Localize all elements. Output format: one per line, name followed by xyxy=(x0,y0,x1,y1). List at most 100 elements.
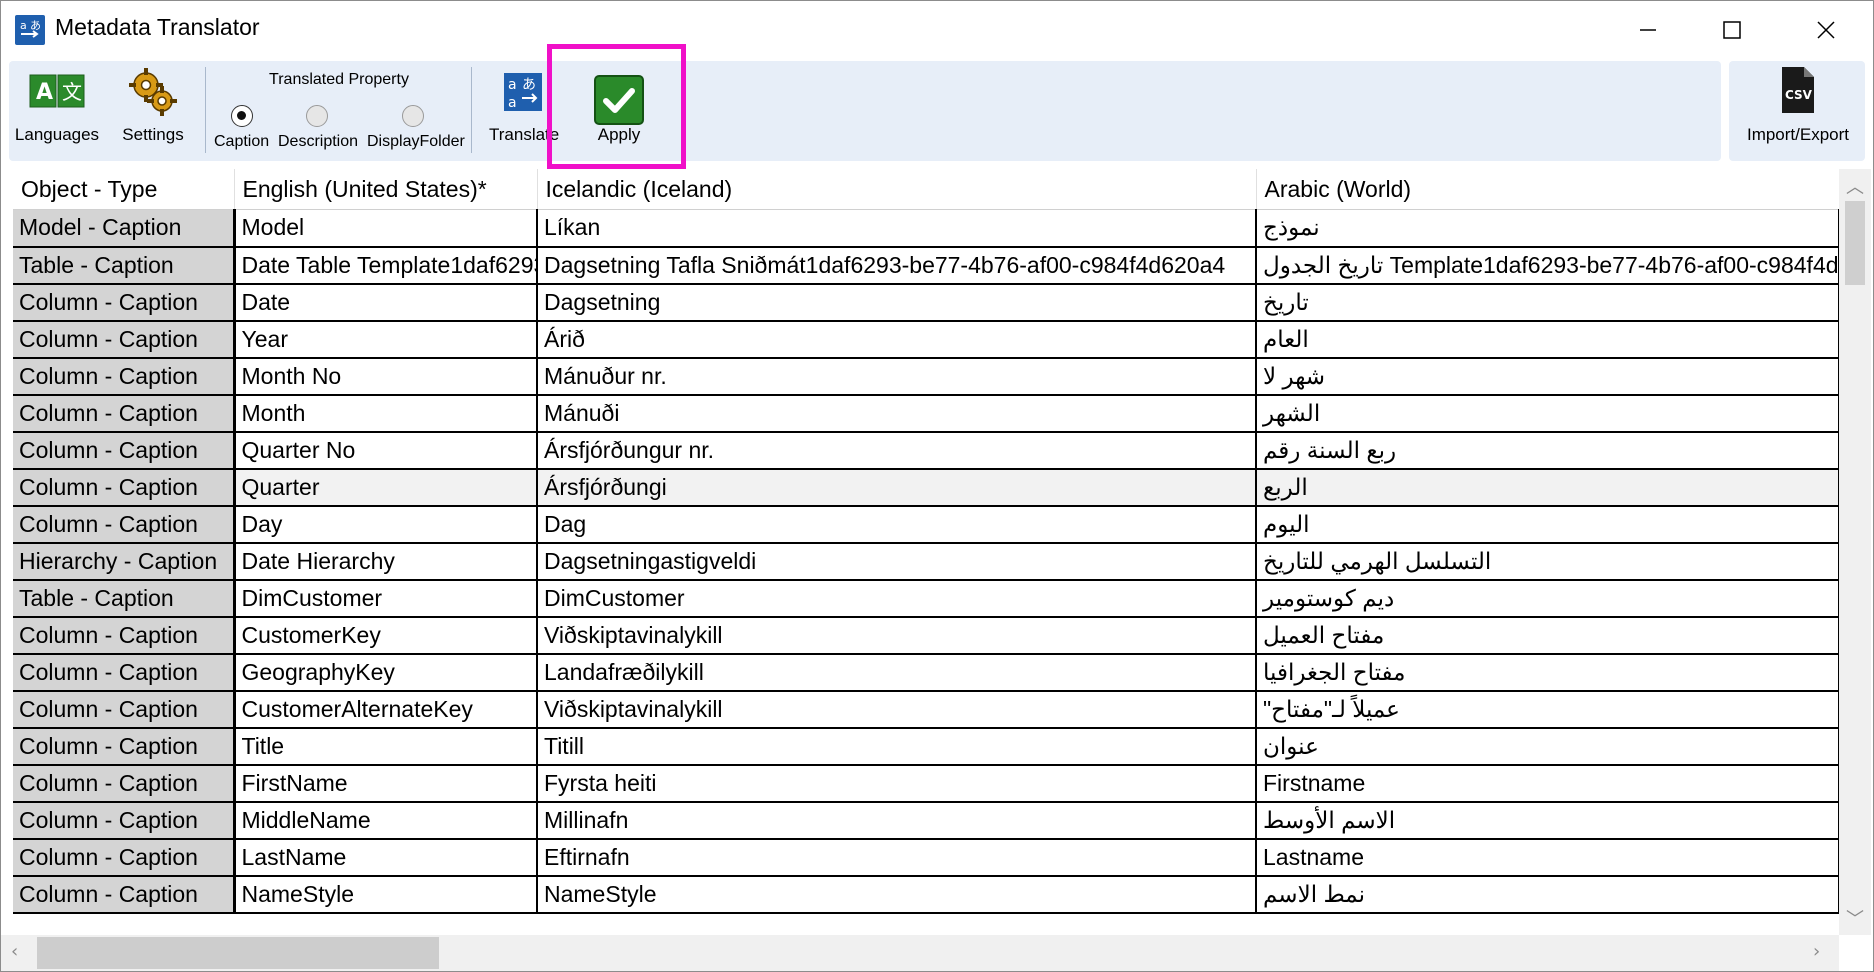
maximize-button[interactable] xyxy=(1697,1,1767,59)
cell-icelandic[interactable]: Ársfjórðungi xyxy=(537,468,1257,507)
cell-english[interactable]: Month No xyxy=(234,357,538,396)
cell-arabic[interactable]: "عميلاً لـ"مفتاح xyxy=(1256,690,1839,729)
cell-english[interactable]: Title xyxy=(234,727,538,766)
translations-grid[interactable]: Object - Type English (United States)* I… xyxy=(13,169,1839,933)
cell-icelandic[interactable]: Dagsetning xyxy=(537,283,1257,322)
close-button[interactable] xyxy=(1791,1,1861,59)
cell-arabic[interactable]: Firstname xyxy=(1256,764,1839,803)
cell-icelandic[interactable]: Viðskiptavinalykill xyxy=(537,690,1257,729)
settings-gear-icon xyxy=(129,68,177,116)
cell-icelandic[interactable]: Ársfjórðungur nr. xyxy=(537,431,1257,470)
cell-arabic[interactable]: نموذج xyxy=(1256,209,1839,248)
minimize-button[interactable] xyxy=(1613,1,1683,59)
cell-arabic[interactable]: التسلسل الهرمي للتاريخ xyxy=(1256,542,1839,581)
horizontal-scrollbar[interactable]: ‹ › xyxy=(1,935,1839,971)
cell-icelandic[interactable]: Dag xyxy=(537,505,1257,544)
table-row[interactable]: Hierarchy - Caption Date Hierarchy Dagsetn… xyxy=(13,542,1839,581)
cell-english[interactable]: Quarter xyxy=(234,468,538,507)
cell-english[interactable]: Date xyxy=(234,283,538,322)
cell-arabic[interactable]: الشهر xyxy=(1256,394,1839,433)
cell-english[interactable]: Model xyxy=(234,209,538,248)
cell-english[interactable]: MiddleName xyxy=(234,801,538,840)
cell-icelandic[interactable]: Landafræðilykill xyxy=(537,653,1257,692)
cell-icelandic[interactable]: Dagsetningastigveldi xyxy=(537,542,1257,581)
table-row[interactable]: Column - Caption Quarter No Ársfjórðungur … xyxy=(13,431,1839,470)
cell-icelandic[interactable]: Viðskiptavinalykill xyxy=(537,616,1257,655)
table-row[interactable]: Table - Caption Date Table Template1daf62… xyxy=(13,246,1839,285)
radio-displayfolder[interactable] xyxy=(402,105,424,127)
import-export-button[interactable]: CSV Import/Export xyxy=(1737,61,1859,157)
cell-arabic[interactable]: شهر لا xyxy=(1256,357,1839,396)
column-header-arabic[interactable]: Arabic (World) xyxy=(1256,169,1839,210)
table-row[interactable]: Column - Caption CustomerAlternateKey Viðs… xyxy=(13,690,1839,729)
cell-icelandic[interactable]: Árið xyxy=(537,320,1257,359)
cell-icelandic[interactable]: Mánuði xyxy=(537,394,1257,433)
cell-english[interactable]: Date Hierarchy xyxy=(234,542,538,581)
cell-arabic[interactable]: ديم كوستومير xyxy=(1256,579,1839,618)
cell-icelandic[interactable]: DimCustomer xyxy=(537,579,1257,618)
cell-english[interactable]: FirstName xyxy=(234,764,538,803)
vertical-scrollbar[interactable]: ︿ ﹀ xyxy=(1839,169,1871,935)
cell-icelandic[interactable]: Fyrsta heiti xyxy=(537,764,1257,803)
cell-english[interactable]: NameStyle xyxy=(234,875,538,914)
cell-icelandic[interactable]: Líkan xyxy=(537,209,1257,248)
cell-arabic[interactable]: الربع xyxy=(1256,468,1839,507)
table-row[interactable]: Column - Caption Day Dag اليوم xyxy=(13,505,1839,544)
cell-english[interactable]: Day xyxy=(234,505,538,544)
cell-english[interactable]: Quarter No xyxy=(234,431,538,470)
radio-description[interactable] xyxy=(306,105,328,127)
cell-type: Column - Caption xyxy=(13,727,236,766)
table-row[interactable]: Column - Caption Quarter Ársfjórðungi الربع xyxy=(13,468,1839,507)
cell-english[interactable]: GeographyKey xyxy=(234,653,538,692)
cell-icelandic[interactable]: Titill xyxy=(537,727,1257,766)
table-row[interactable]: Model - Caption Model Líkan نموذج xyxy=(13,209,1839,248)
table-row[interactable]: Column - Caption Date Dagsetning تاريخ xyxy=(13,283,1839,322)
table-row[interactable]: Column - Caption LastName Eftirnafn Lastnam… xyxy=(13,838,1839,877)
cell-arabic[interactable]: تاريخ الجدول Template1daf6293-be77-4b76-… xyxy=(1256,246,1839,285)
cell-english[interactable]: Month xyxy=(234,394,538,433)
table-row[interactable]: Column - Caption Month Mánuði الشهر xyxy=(13,394,1839,433)
cell-arabic[interactable]: Lastname xyxy=(1256,838,1839,877)
cell-english[interactable]: CustomerAlternateKey xyxy=(234,690,538,729)
table-row[interactable]: Column - Caption NameStyle NameStyle نمط ال… xyxy=(13,875,1839,914)
cell-english[interactable]: Year xyxy=(234,320,538,359)
column-header-object-type[interactable]: Object - Type xyxy=(13,169,235,210)
table-row[interactable]: Column - Caption MiddleName Millinafn الاسم… xyxy=(13,801,1839,840)
table-row[interactable]: Table - Caption DimCustomer DimCustomer ديم… xyxy=(13,579,1839,618)
cell-arabic[interactable]: نمط الاسم xyxy=(1256,875,1839,914)
scroll-left-icon[interactable]: ‹ xyxy=(11,941,18,962)
table-row[interactable]: Column - Caption Month No Mánuður nr. شهر ل… xyxy=(13,357,1839,396)
cell-arabic[interactable]: مفتاح العميل xyxy=(1256,616,1839,655)
cell-icelandic[interactable]: NameStyle xyxy=(537,875,1257,914)
cell-icelandic[interactable]: Eftirnafn xyxy=(537,838,1257,877)
radio-caption[interactable] xyxy=(231,105,253,127)
cell-icelandic[interactable]: Dagsetning Tafla Sniðmát1daf6293-be77-4b… xyxy=(537,246,1257,285)
cell-arabic[interactable]: الاسم الأوسط xyxy=(1256,801,1839,840)
vertical-scroll-thumb[interactable] xyxy=(1845,201,1865,285)
cell-arabic[interactable]: اليوم xyxy=(1256,505,1839,544)
cell-arabic[interactable]: مفتاح الجغرافيا xyxy=(1256,653,1839,692)
table-row[interactable]: Column - Caption GeographyKey Landafræðily… xyxy=(13,653,1839,692)
cell-icelandic[interactable]: Millinafn xyxy=(537,801,1257,840)
table-row[interactable]: Column - Caption CustomerKey Viðskiptavina… xyxy=(13,616,1839,655)
cell-arabic[interactable]: العام xyxy=(1256,320,1839,359)
horizontal-scroll-thumb[interactable] xyxy=(37,937,439,969)
cell-arabic[interactable]: عنوان xyxy=(1256,727,1839,766)
languages-button[interactable]: A 文 Languages xyxy=(13,61,101,157)
scroll-down-icon[interactable]: ﹀ xyxy=(1846,905,1864,931)
column-header-english[interactable]: English (United States)* xyxy=(234,169,538,210)
cell-arabic[interactable]: تاريخ xyxy=(1256,283,1839,322)
cell-english[interactable]: CustomerKey xyxy=(234,616,538,655)
cell-english[interactable]: DimCustomer xyxy=(234,579,538,618)
settings-button[interactable]: Settings xyxy=(113,61,193,157)
scroll-up-icon[interactable]: ︿ xyxy=(1846,173,1864,199)
cell-arabic[interactable]: ربع السنة رقم xyxy=(1256,431,1839,470)
cell-english[interactable]: Date Table Template1daf6293-be77-4b76-af… xyxy=(234,246,538,285)
cell-english[interactable]: LastName xyxy=(234,838,538,877)
table-row[interactable]: Column - Caption FirstName Fyrsta heiti Fir… xyxy=(13,764,1839,803)
column-header-icelandic[interactable]: Icelandic (Iceland) xyxy=(537,169,1257,210)
scroll-right-icon[interactable]: › xyxy=(1813,941,1820,962)
cell-icelandic[interactable]: Mánuður nr. xyxy=(537,357,1257,396)
table-row[interactable]: Column - Caption Title Titill عنوان xyxy=(13,727,1839,766)
table-row[interactable]: Column - Caption Year Árið العام xyxy=(13,320,1839,359)
